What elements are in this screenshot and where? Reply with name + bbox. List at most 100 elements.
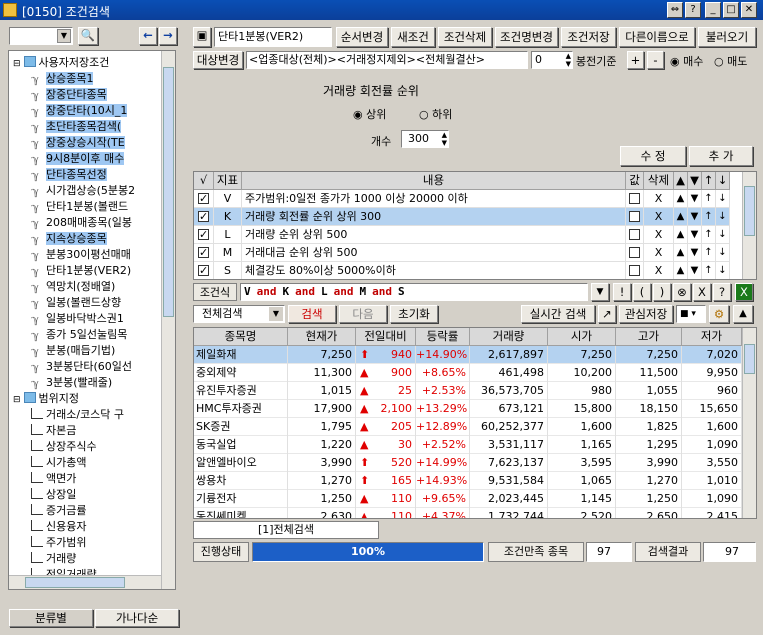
tree-item[interactable]: 증거금률 [31, 503, 86, 519]
move-up-icon[interactable]: ▲ [674, 244, 688, 262]
move-down-icon[interactable]: ▼ [688, 262, 702, 279]
condition-row[interactable]: K거래량 회전률 순위 상위 300 X▲▼↑↓ [194, 208, 730, 226]
condition-row[interactable]: V주가범위:0일전 종가가 1000 이상 20000 이하 X▲▼↑↓ [194, 190, 730, 208]
tree-item[interactable]: ℽ 장중단타(10시_1 [31, 103, 128, 119]
expand-icon[interactable]: ⊟ [13, 395, 21, 405]
table-row[interactable]: 중외제약 11,300 ▲ 900 +8.65% 461,498 10,200 11,500 9… [194, 364, 742, 382]
count-stepper[interactable]: 300 ▲ ▼ [401, 130, 449, 148]
modify-button[interactable]: 수 정 [620, 146, 686, 166]
spin-icon[interactable]: ▲ ▼ [566, 52, 571, 68]
export-icon[interactable]: ↗ [598, 305, 616, 323]
settings-gear-icon[interactable]: ⚙ [709, 305, 729, 323]
tree-item[interactable]: ℽ 208매매종목(일봉 [31, 215, 132, 231]
move-down-icon[interactable]: ▼ [688, 226, 702, 244]
reset-button[interactable]: 초기화 [390, 305, 438, 323]
move-up-icon[interactable]: ▲ [674, 262, 688, 279]
condition-check[interactable] [194, 244, 214, 262]
tree-item[interactable]: ℽ 시가갭상승(5분봉2 [31, 183, 135, 199]
condition-delete-button[interactable]: X [644, 226, 674, 244]
move-top-icon[interactable]: ↑ [702, 226, 716, 244]
realtime-search-button[interactable]: 실시간 검색 [521, 305, 595, 323]
search-scope-combo[interactable]: 전체검색 ▼ [193, 305, 285, 323]
table-row[interactable]: 알앤엘바이오 3,990 ⬆ 520 +14.99% 7,623,137 3,595 3,99… [194, 454, 742, 472]
tree-item[interactable]: ℽ 상승종목1 [31, 71, 94, 87]
condition-delete-button[interactable]: X [644, 262, 674, 279]
chevron-down-icon[interactable]: ▼ [269, 307, 283, 321]
condition-value-check[interactable] [626, 208, 644, 226]
condition-delete-button[interactable]: X [644, 190, 674, 208]
condition-row[interactable]: S체결강도 80%이상 5000%이하 X▲▼↑↓ [194, 262, 730, 279]
expand-icon[interactable]: ⊟ [13, 59, 21, 69]
tree-item[interactable]: ℽ 초단타종목검색( [31, 119, 122, 135]
save-condition-button[interactable]: 조건저장 [561, 27, 616, 47]
tree-scrollbar[interactable] [161, 51, 175, 589]
move-top-icon[interactable]: ↑ [702, 208, 716, 226]
table-row[interactable]: SK증권 1,795 ▲ 205 +12.89% 60,252,377 1,600 1,825… [194, 418, 742, 436]
tree-item[interactable]: ℽ 지속상승종목 [31, 231, 107, 247]
new-doc-icon[interactable]: ▣ [193, 27, 211, 47]
table-row[interactable]: 동국실업 1,220 ▲ 30 +2.52% 3,531,117 1,165 1,295 1,0… [194, 436, 742, 454]
sell-radio[interactable]: ○ 매도 [714, 53, 747, 69]
maximize-icon[interactable]: □ [723, 2, 739, 18]
search-button[interactable]: 🔍 [78, 27, 98, 45]
condition-check[interactable] [194, 208, 214, 226]
move-bottom-icon[interactable]: ↓ [716, 244, 730, 262]
tree-item[interactable]: ℽ 단타1분봉(볼랜드 [31, 199, 128, 215]
reorder-button[interactable]: 순서변경 [336, 27, 388, 47]
formula-op-button[interactable]: ( [633, 283, 651, 301]
move-down-icon[interactable]: ▼ [688, 190, 702, 208]
low-radio[interactable]: ○ 하위 [419, 106, 452, 122]
checkbox-icon[interactable] [629, 247, 640, 258]
tree-item[interactable]: ℽ 일봉(볼랜드상향 [31, 295, 121, 311]
table-row[interactable]: 동진쎄미켐 2,630 ▲ 110 +4.37% 1,732,744 2,520 2,650 2… [194, 508, 742, 518]
tree-item[interactable]: 거래소/코스닥 구 [31, 407, 124, 423]
tree-item[interactable]: ℽ 3분봉(빨래줄) [31, 375, 112, 391]
results-scrollbar[interactable] [742, 328, 756, 518]
checkbox-checked-icon[interactable] [198, 262, 209, 279]
tree-item[interactable]: 상장일 [31, 487, 76, 503]
condition-delete-button[interactable]: X [644, 208, 674, 226]
pin-icon[interactable]: ⇔ [667, 2, 683, 18]
candle-offset-stepper[interactable]: 0 ▲ ▼ [531, 51, 573, 69]
tab-by-category[interactable]: 분류별 [9, 609, 93, 627]
high-radio[interactable]: ◉ 상위 [353, 106, 386, 122]
formula-op-button[interactable]: ! [613, 283, 631, 301]
save-as-button[interactable]: 다른이름으로 [619, 27, 695, 47]
display-mode-combo[interactable]: ■ ▾ [676, 305, 706, 323]
tree-item[interactable]: ℽ 역망치(정배열) [31, 279, 115, 295]
formula-op-button[interactable]: ? [713, 283, 731, 301]
search-run-button[interactable]: 검색 [288, 305, 336, 323]
save-watchlist-button[interactable]: 관심저장 [619, 305, 673, 323]
condition-check[interactable] [194, 262, 214, 279]
condition-value-check[interactable] [626, 244, 644, 262]
tab-alphabetical[interactable]: 가나다순 [95, 609, 179, 627]
tree-item[interactable]: 주가범위 [31, 535, 86, 551]
checkbox-icon[interactable] [629, 211, 640, 222]
move-up-icon[interactable]: ▲ [674, 226, 688, 244]
tree-item[interactable]: 액면가 [31, 471, 76, 487]
tree-item[interactable]: ℽ 분봉30이평선매매 [31, 247, 131, 263]
formula-op-button[interactable]: ⊗ [673, 283, 691, 301]
move-top-icon[interactable]: ↑ [702, 244, 716, 262]
table-row[interactable]: HMC투자증권 17,900 ▲ 2,100 +13.29% 673,121 15,800 1… [194, 400, 742, 418]
change-target-button[interactable]: 대상변경 [193, 51, 243, 69]
condition-row[interactable]: L거래량 순위 상위 500 X▲▼↑↓ [194, 226, 730, 244]
tree-item[interactable]: ℽ 3분봉단타(60일선 [31, 359, 132, 375]
prev-button[interactable]: ← [139, 27, 157, 45]
move-top-icon[interactable]: ↑ [702, 262, 716, 279]
spin-icon[interactable]: ▲ ▼ [442, 131, 447, 147]
tree-folder[interactable]: ⊟ 사용자저장조건 [13, 55, 109, 71]
formula-field[interactable]: Vand Kand Land Mand S [240, 283, 588, 301]
formula-op-button[interactable]: X [693, 283, 711, 301]
condition-check[interactable] [194, 226, 214, 244]
move-up-icon[interactable]: ▲ [674, 190, 688, 208]
tree-item[interactable]: ℽ 단타1분봉(VER2) [31, 263, 131, 279]
condition-scrollbar[interactable] [742, 172, 756, 279]
tree-item[interactable]: ℽ 장중상승시작(TE [31, 135, 125, 151]
move-bottom-icon[interactable]: ↓ [716, 208, 730, 226]
tree-item[interactable]: 시가총액 [31, 455, 86, 471]
rename-condition-button[interactable]: 조건명변경 [495, 27, 558, 47]
table-row[interactable]: 유진투자증권 1,015 ▲ 25 +2.53% 36,573,705 980 1,055 96… [194, 382, 742, 400]
formula-op-button[interactable]: ) [653, 283, 671, 301]
checkbox-checked-icon[interactable] [198, 226, 209, 244]
